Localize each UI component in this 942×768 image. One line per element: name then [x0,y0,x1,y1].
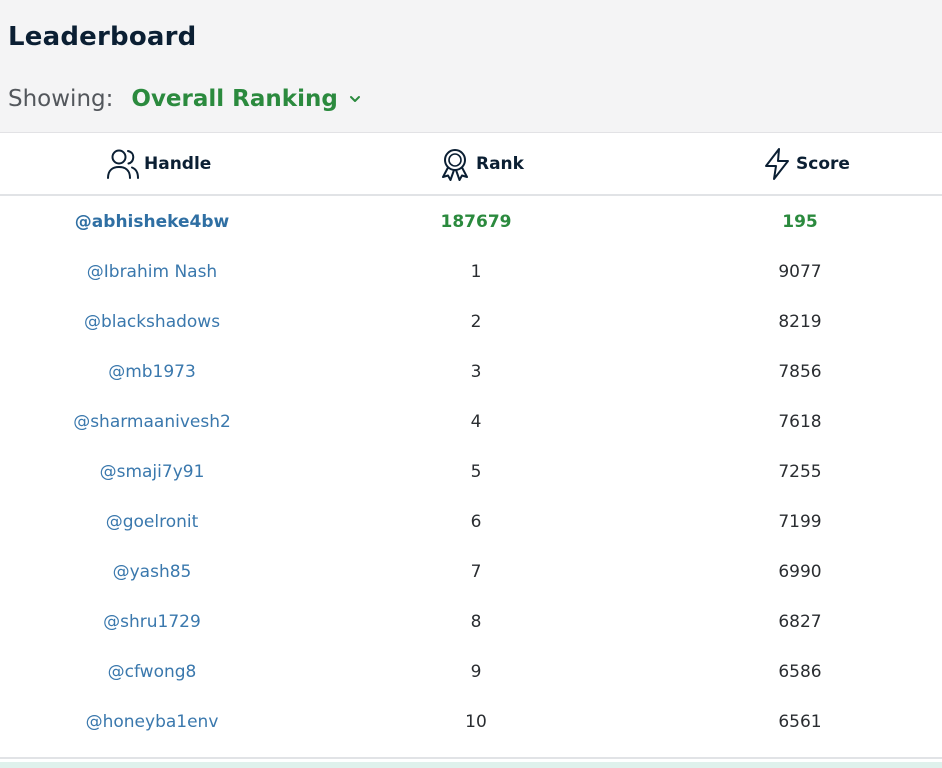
row-rank: 7 [470,562,482,582]
table-row: @goelronit 6 7199 [0,497,942,547]
row-score: 9077 [778,262,822,282]
row-handle-link[interactable]: @abhisheke4bw [0,197,304,247]
users-icon [107,149,139,179]
row-score: 7618 [778,412,822,432]
row-score: 7255 [778,462,822,482]
row-score: 6990 [778,562,822,582]
row-score: 6561 [778,712,822,732]
row-score: 6586 [778,662,822,682]
leaderboard-header-panel: Leaderboard Showing: Overall Ranking [0,0,942,133]
row-score: 8219 [778,312,822,332]
row-handle-link[interactable]: @goelronit [0,497,304,547]
column-header-handle-label: Handle [144,154,212,174]
table-row: @yash85 7 6990 [0,547,942,597]
row-handle-link[interactable]: @shru1729 [0,597,304,647]
table-row: @cfwong8 9 6586 [0,647,942,697]
ranking-filter: Showing: Overall Ranking [8,82,362,116]
page-title: Leaderboard [8,22,197,52]
row-score: 6827 [778,612,822,632]
row-rank: 5 [470,462,482,482]
table-row: @mb1973 3 7856 [0,347,942,397]
table-row: @smaji7y91 5 7255 [0,447,942,497]
row-rank: 9 [470,662,482,682]
ranking-dropdown-value: Overall Ranking [131,86,338,112]
row-handle-link[interactable]: @honeyba1env [0,697,304,747]
showing-label: Showing: [8,86,114,112]
table-header: Handle Rank Score [0,134,942,196]
row-rank: 187679 [440,212,512,232]
table-row-current-user: @abhisheke4bw 187679 195 [0,197,942,247]
column-header-rank-label: Rank [476,154,524,174]
lightning-icon [765,148,789,180]
column-header-score-label: Score [796,154,850,174]
table-row: @Ibrahim Nash 1 9077 [0,247,942,297]
column-header-handle[interactable]: Handle [106,134,211,194]
row-rank: 4 [470,412,482,432]
row-rank: 3 [470,362,482,382]
row-rank: 10 [465,712,487,732]
row-handle-link[interactable]: @cfwong8 [0,647,304,697]
column-header-rank[interactable]: Rank [438,134,524,194]
row-handle-link[interactable]: @sharmaanivesh2 [0,397,304,447]
table-row: @sharmaanivesh2 4 7618 [0,397,942,447]
row-score: 7856 [778,362,822,382]
row-handle-link[interactable]: @smaji7y91 [0,447,304,497]
row-rank: 1 [470,262,482,282]
chevron-down-icon [349,96,360,102]
ranking-dropdown[interactable]: Overall Ranking [131,86,361,112]
row-rank: 8 [470,612,482,632]
award-icon [442,149,468,181]
row-score: 7199 [778,512,822,532]
table-row: @honeyba1env 10 6561 [0,697,942,747]
row-score: 195 [782,212,818,232]
table-row: @shru1729 8 6827 [0,597,942,647]
row-handle-link[interactable]: @Ibrahim Nash [0,247,304,297]
row-handle-link[interactable]: @mb1973 [0,347,304,397]
row-rank: 2 [470,312,482,332]
table-row: @blackshadows 2 8219 [0,297,942,347]
row-handle-link[interactable]: @blackshadows [0,297,304,347]
column-header-score[interactable]: Score [762,134,850,194]
footer-band [0,762,942,768]
row-handle-link[interactable]: @yash85 [0,547,304,597]
table-bottom-divider [0,757,942,759]
leaderboard-table-body: @abhisheke4bw 187679 195 @Ibrahim Nash 1 9… [0,197,942,747]
row-rank: 6 [470,512,482,532]
